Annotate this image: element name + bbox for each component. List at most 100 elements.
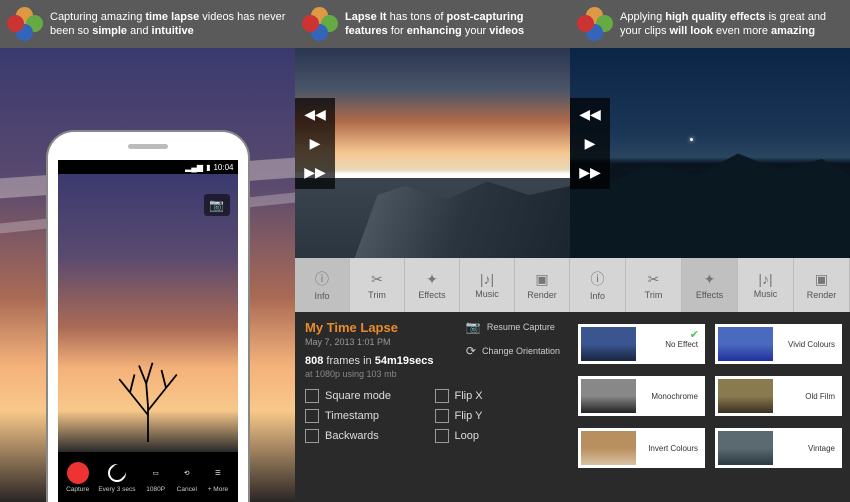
change-orientation-button[interactable]: ⟳ Change Orientation [466,344,560,358]
checkbox-flip-y[interactable]: Flip Y [435,409,561,423]
checkbox-timestamp[interactable]: Timestamp [305,409,431,423]
resolution-icon: ▭ [145,462,167,484]
promo-panel-effects: Applying high quality effects is great a… [570,0,850,502]
music-icon: |♪| [480,271,494,287]
effect-label: Vivid Colours [777,340,839,349]
resume-capture-button[interactable]: 📷 Resume Capture [466,320,560,334]
checkbox-icon [305,389,319,403]
playback-controls: ◀◀ ▶ ▶▶ [295,98,335,189]
app-logo-icon [303,7,337,41]
camera-icon: 📷 [209,198,224,212]
banner: Capturing amazing time lapse videos has … [0,0,295,48]
interval-button[interactable]: Every 3 secs [98,462,135,493]
camera-viewfinder: 📷 [58,174,238,452]
tab-music[interactable]: |♪|Music [738,258,794,312]
resolution-button[interactable]: ▭ 1080P [145,462,167,493]
status-bar: ▂▄▆ ▮ 10:04 [58,160,238,174]
banner-text: Lapse It has tons of post-capturing feat… [345,10,562,39]
signal-icon: ▂▄▆ [185,163,203,172]
status-time: 10:04 [213,163,233,172]
fast-forward-button[interactable]: ▶▶ [579,164,601,181]
trim-icon: ✂ [648,271,660,288]
info-icon: ⓘ [315,269,329,289]
effect-label: Monochrome [640,392,702,401]
cancel-button[interactable]: ⟲ Cancel [176,462,198,493]
app-logo-icon [8,7,42,41]
encoding-info: at 1080p using 103 mb [305,369,560,379]
tab-render[interactable]: ▣Render [794,258,850,312]
effects-section: ✔No Effect Vivid Colours Monochrome Old Fil… [570,312,850,502]
video-preview[interactable]: ◀◀ ▶ ▶▶ [295,48,570,258]
promo-panel-edit: Lapse It has tons of post-capturing feat… [295,0,570,502]
effect-label: Invert Colours [640,444,702,453]
effect-thumb [581,327,636,361]
music-icon: |♪| [758,271,772,287]
checkbox-flip-x[interactable]: Flip X [435,389,561,403]
tab-trim[interactable]: ✂Trim [350,258,405,312]
promo-panel-capture: Capturing amazing time lapse videos has … [0,0,295,502]
effect-thumb [581,431,636,465]
checkbox-backwards[interactable]: Backwards [305,429,431,443]
check-icon: ✔ [690,328,699,341]
banner-text: Applying high quality effects is great a… [620,10,842,39]
checkbox-loop[interactable]: Loop [435,429,561,443]
capture-toolbar: Capture Every 3 secs ▭ 1080P ⟲ Cancel ☰ … [58,452,238,502]
tab-effects[interactable]: ✦Effects [682,258,738,312]
effect-old-film[interactable]: Old Film [715,376,842,416]
tab-info[interactable]: ⓘInfo [295,258,350,312]
star-icon [690,138,693,141]
effects-icon: ✦ [704,271,716,288]
battery-icon: ▮ [206,163,210,172]
effect-monochrome[interactable]: Monochrome [578,376,705,416]
editor-tabs: ⓘInfo✂Trim✦Effects|♪|Music▣Render [570,258,850,312]
rewind-button[interactable]: ◀◀ [304,106,326,123]
rewind-button[interactable]: ◀◀ [579,106,601,123]
fast-forward-button[interactable]: ▶▶ [304,164,326,181]
switch-camera-button[interactable]: 📷 [204,194,230,216]
checkbox-icon [305,409,319,423]
app-logo-icon [578,7,612,41]
tab-music[interactable]: |♪|Music [460,258,515,312]
editor-tabs: ⓘInfo✂Trim✦Effects|♪|Music▣Render [295,258,570,312]
sliders-icon: ☰ [207,462,229,484]
banner: Lapse It has tons of post-capturing feat… [295,0,570,48]
render-icon: ▣ [535,271,548,288]
effect-label: Vintage [777,444,839,453]
capture-button[interactable]: Capture [66,462,89,493]
effect-no-effect[interactable]: ✔No Effect [578,324,705,364]
info-section: My Time Lapse May 7, 2013 1:01 PM 📷 Resu… [295,312,570,502]
timer-icon [108,464,126,482]
more-button[interactable]: ☰ + More [207,462,229,493]
phone-screen: ▂▄▆ ▮ 10:04 📷 [58,160,238,502]
record-icon [67,462,89,484]
video-preview[interactable]: ◀◀ ▶ ▶▶ [570,48,850,258]
playback-controls: ◀◀ ▶ ▶▶ [570,98,610,189]
effect-thumb [581,379,636,413]
trim-icon: ✂ [371,271,383,288]
effect-vintage[interactable]: Vintage [715,428,842,468]
checkbox-square-mode[interactable]: Square mode [305,389,431,403]
checkbox-icon [435,389,449,403]
undo-icon: ⟲ [176,462,198,484]
rotate-icon: ⟳ [466,344,476,358]
effect-thumb [718,379,773,413]
play-button[interactable]: ▶ [585,135,596,152]
checkbox-icon [435,409,449,423]
tab-render[interactable]: ▣Render [515,258,570,312]
play-button[interactable]: ▶ [310,135,321,152]
checkbox-icon [435,429,449,443]
effect-thumb [718,327,773,361]
checkbox-icon [305,429,319,443]
tab-trim[interactable]: ✂Trim [626,258,682,312]
phone-frame: ▂▄▆ ▮ 10:04 📷 [48,132,248,502]
camera-icon: 📷 [466,320,481,334]
effects-icon: ✦ [426,271,438,288]
effect-invert-colours[interactable]: Invert Colours [578,428,705,468]
effect-thumb [718,431,773,465]
tab-info[interactable]: ⓘInfo [570,258,626,312]
info-icon: ⓘ [591,269,605,289]
banner-text: Capturing amazing time lapse videos has … [50,10,287,39]
tab-effects[interactable]: ✦Effects [405,258,460,312]
effect-label: Old Film [777,392,839,401]
effect-vivid-colours[interactable]: Vivid Colours [715,324,842,364]
